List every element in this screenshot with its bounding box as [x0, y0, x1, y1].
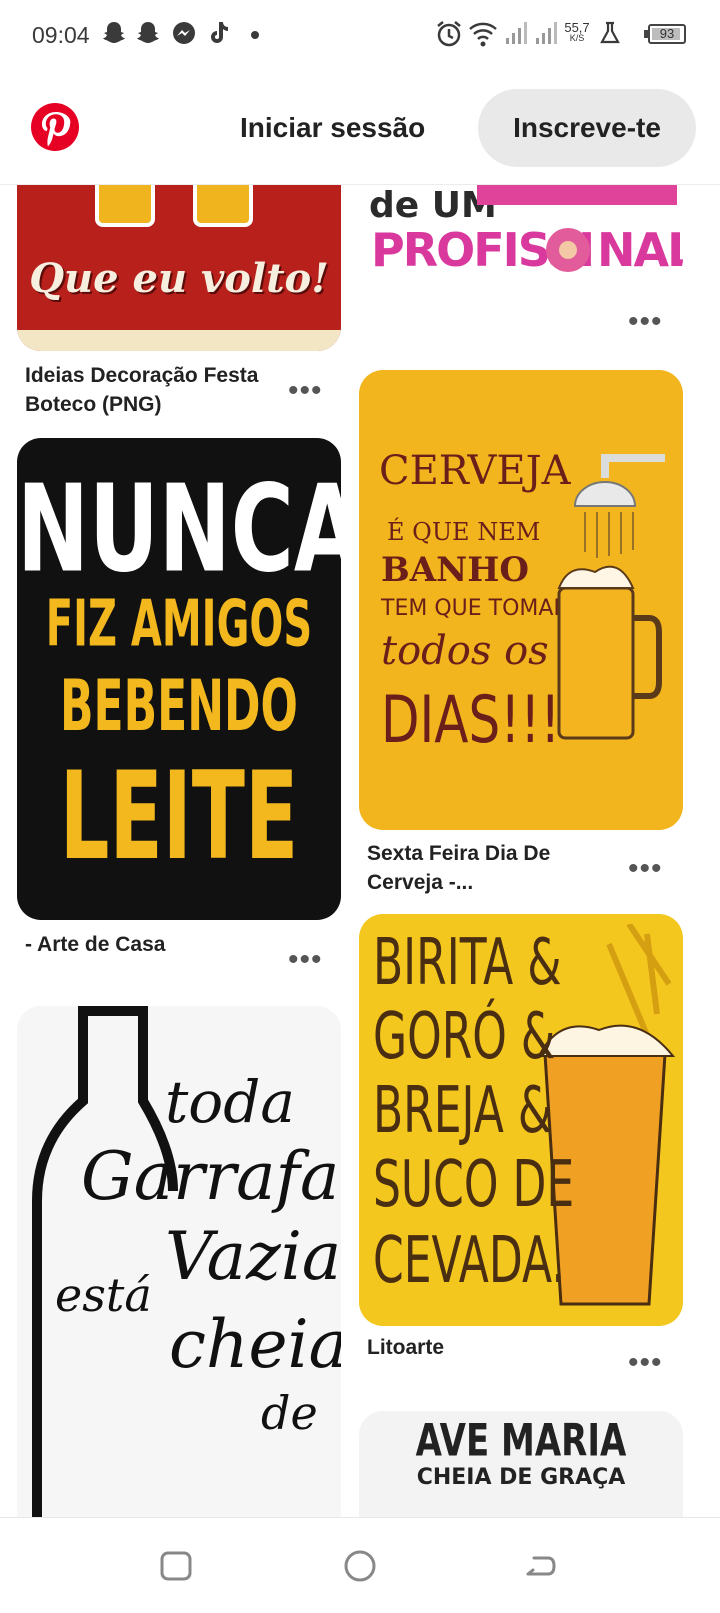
more-options-button[interactable]: •••: [628, 854, 663, 884]
pin-feed: Que eu volto! Ideias Decoração Festa Bot…: [0, 185, 720, 1517]
battery-icon: 93: [648, 24, 686, 44]
pin-image-text: Vazia: [165, 1218, 341, 1295]
pin-image-text: É QUE NEM: [387, 518, 541, 546]
pin-title[interactable]: Litoarte: [367, 1333, 617, 1362]
signal-icon: [536, 22, 557, 44]
donut-icon: [546, 228, 590, 272]
pin-image[interactable]: BIRITA & GORÓ & BREJA & SUCO DE CEVADA.: [359, 914, 683, 1326]
signup-button[interactable]: Inscreve-te: [478, 89, 696, 167]
pin-image-text: todos os: [381, 628, 549, 674]
pin-title[interactable]: - Arte de Casa: [25, 930, 275, 959]
snapchat-icon: [137, 22, 159, 43]
snapchat-icon: [103, 22, 125, 43]
more-options-button[interactable]: •••: [628, 1348, 663, 1378]
pin-image[interactable]: AVE MARIA CHEIA DE GRAÇA: [359, 1411, 683, 1517]
tiktok-icon: [211, 22, 228, 43]
system-nav-bar: [0, 1517, 720, 1613]
pin-image[interactable]: toda Garrafa Vazia está cheia de: [17, 1006, 341, 1517]
more-options-button[interactable]: •••: [628, 307, 663, 337]
lab-icon: [600, 21, 620, 44]
shower-beer-illustration: [557, 454, 665, 740]
pin-image[interactable]: CERVEJA É QUE NEM BANHO TEM QUE TOMAR to…: [359, 370, 683, 830]
pin-image-text: DIAS!!!: [381, 682, 561, 758]
pin-image-text: NAL: [597, 223, 683, 277]
pin-image-text: NUNCA: [17, 460, 341, 600]
pin-image-text: FIZ AMIGOS: [45, 588, 313, 662]
pin-image-text: BIRITA &: [373, 926, 562, 1000]
pin-image-text: LEITE: [59, 748, 299, 888]
pin-image-text: de: [261, 1386, 318, 1440]
more-options-button[interactable]: •••: [288, 945, 323, 975]
pin-image-text: TEM QUE TOMAR: [381, 596, 569, 621]
pin-image-text: CEVADA.: [373, 1224, 566, 1298]
pin-image-text: Garrafa: [81, 1138, 340, 1215]
login-button[interactable]: Iniciar sessão: [240, 108, 425, 148]
pin-image[interactable]: NUNCA FIZ AMIGOS BEBENDO LEITE: [17, 438, 341, 920]
pin-image-text: toda: [165, 1068, 295, 1136]
pin-image[interactable]: Que eu volto!: [17, 185, 341, 351]
home-button[interactable]: [342, 1548, 378, 1584]
pinterest-logo[interactable]: [30, 102, 80, 152]
pin-image-text: está: [55, 1268, 152, 1322]
pin-title[interactable]: Sexta Feira Dia De Cerveja -...: [367, 839, 617, 897]
pin-image-text: BREJA &: [373, 1074, 553, 1148]
pin-image-text: Que eu volto!: [29, 255, 329, 302]
network-speed: 55,7 K/S: [564, 20, 590, 43]
pin-image-text: CHEIA DE GRAÇA: [416, 1465, 626, 1490]
dot-icon: [251, 31, 259, 39]
pin-image-text: cheia: [169, 1306, 341, 1383]
pin-image-text: AVE MARIA: [415, 1415, 627, 1467]
wifi-icon: [469, 22, 497, 47]
recents-button[interactable]: [158, 1548, 194, 1584]
more-options-button[interactable]: •••: [288, 376, 323, 406]
pin-image-text: SUCO DE: [373, 1148, 575, 1222]
pin-image-text: BANHO: [381, 550, 529, 590]
pin-title[interactable]: Ideias Decoração Festa Boteco (PNG): [25, 361, 275, 419]
signal-icon: [506, 22, 527, 44]
battery-percent: 93: [659, 26, 675, 41]
back-button[interactable]: [522, 1548, 558, 1584]
top-header: Iniciar sessão Inscreve-te: [0, 72, 720, 185]
status-time: 09:04: [32, 22, 90, 48]
alarm-icon: [437, 21, 461, 47]
pin-image-text: CERVEJA: [379, 448, 571, 494]
messenger-icon: [173, 22, 195, 44]
status-bar: 09:04 55,7 K/S 93: [0, 0, 720, 72]
pin-image-text: BEBENDO: [60, 666, 298, 748]
pink-banner: [477, 185, 677, 205]
pin-image[interactable]: de UM PROFISSI NAL: [359, 185, 683, 283]
pin-image-text: GORÓ &: [373, 1000, 556, 1074]
